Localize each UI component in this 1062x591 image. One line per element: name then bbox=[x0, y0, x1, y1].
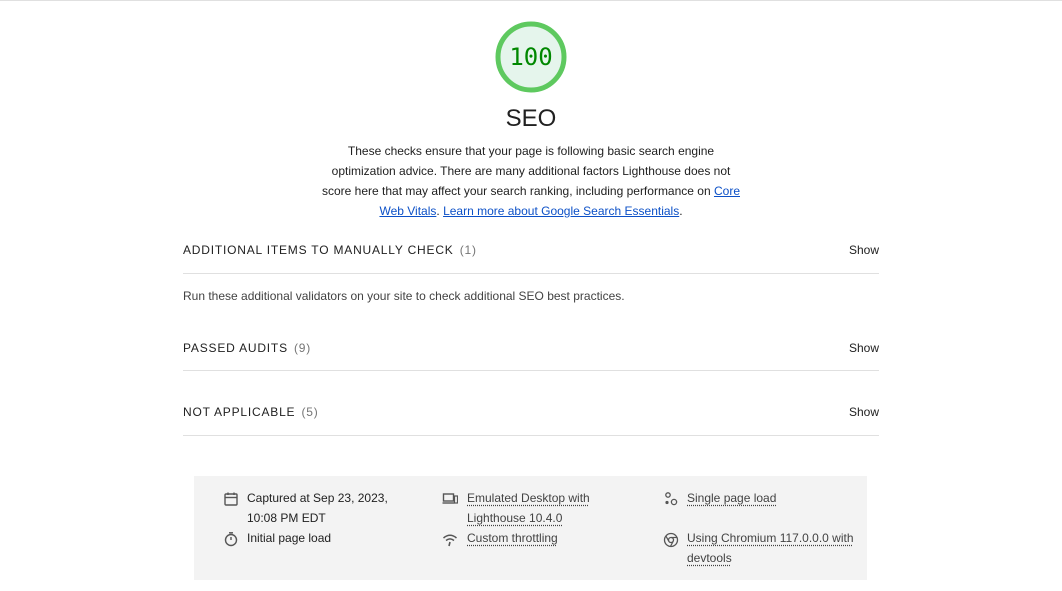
group-title: Not applicable (5) bbox=[183, 398, 319, 426]
group-divider bbox=[183, 273, 879, 274]
group-passed-audits[interactable]: Passed audits (9) Show bbox=[183, 334, 879, 362]
emulated-desktop[interactable]: Emulated Desktop with Lighthouse 10.4.0 bbox=[467, 488, 627, 528]
score-value: 100 bbox=[509, 43, 553, 71]
custom-throttling[interactable]: Custom throttling bbox=[467, 528, 558, 548]
wifi-icon bbox=[443, 534, 457, 547]
seo-score-gauge: 100 bbox=[495, 21, 567, 93]
chromium-version[interactable]: Using Chromium 117.0.0.0 with devtools bbox=[687, 528, 862, 568]
learn-more-link[interactable]: Learn more about Google Search Essential… bbox=[443, 204, 679, 218]
category-title: SEO bbox=[505, 105, 557, 132]
custom-throttling-text[interactable]: Custom throttling bbox=[467, 531, 558, 545]
emulated-desktop-text[interactable]: Emulated Desktop with Lighthouse 10.4.0 bbox=[467, 491, 590, 525]
top-divider bbox=[0, 0, 1062, 1]
group-note: Run these additional validators on your … bbox=[183, 289, 625, 303]
show-toggle[interactable]: Show bbox=[849, 334, 879, 362]
group-title-label: Not applicable bbox=[183, 405, 296, 419]
show-toggle[interactable]: Show bbox=[849, 236, 879, 264]
single-page-load[interactable]: Single page load bbox=[687, 488, 776, 508]
category-description: These checks ensure that your page is fo… bbox=[321, 141, 741, 221]
chromium-icon bbox=[663, 532, 679, 548]
group-count: (9) bbox=[294, 341, 312, 355]
group-title-label: Passed audits bbox=[183, 341, 288, 355]
group-title: Additional items to manually check (1) bbox=[183, 236, 477, 264]
single-page-load-text[interactable]: Single page load bbox=[687, 491, 776, 505]
chromium-version-text[interactable]: Using Chromium 117.0.0.0 with devtools bbox=[687, 531, 854, 565]
initial-page-load: Initial page load bbox=[247, 531, 332, 545]
calendar-icon bbox=[224, 492, 238, 506]
group-divider bbox=[183, 370, 879, 371]
link-separator: . bbox=[436, 204, 440, 218]
stopwatch-icon bbox=[224, 532, 238, 547]
desktop-icon bbox=[442, 493, 458, 504]
group-title: Passed audits (9) bbox=[183, 334, 311, 362]
show-toggle[interactable]: Show bbox=[849, 398, 879, 426]
captured-at: Captured at Sep 23, 2023, 10:08 PM EDT bbox=[247, 491, 388, 525]
group-divider bbox=[183, 435, 879, 436]
group-count: (5) bbox=[301, 405, 319, 419]
group-count: (1) bbox=[459, 243, 477, 257]
group-not-applicable[interactable]: Not applicable (5) Show bbox=[183, 398, 879, 426]
group-title-label: Additional items to manually check bbox=[183, 243, 454, 257]
link-end: . bbox=[679, 204, 683, 218]
single-load-icon bbox=[665, 492, 678, 506]
group-manual-checks[interactable]: Additional items to manually check (1) S… bbox=[183, 236, 879, 264]
description-text: These checks ensure that your page is fo… bbox=[321, 144, 731, 198]
runtime-settings-footer: Captured at Sep 23, 2023, 10:08 PM EDT I… bbox=[194, 476, 867, 580]
